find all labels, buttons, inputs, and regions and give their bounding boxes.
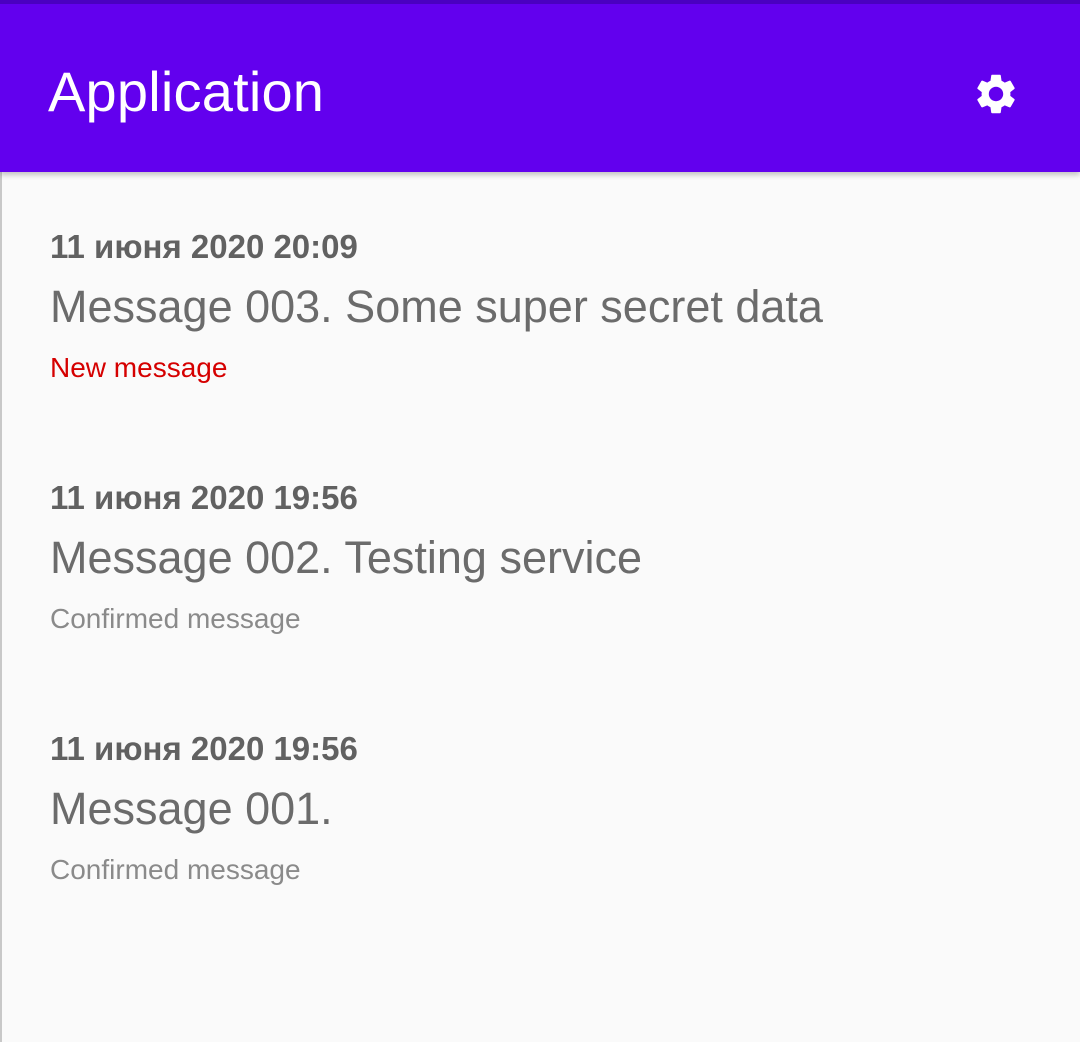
message-text: Message 001. xyxy=(50,783,333,834)
message-list[interactable]: 11 июня 2020 20:09 Message 003. Some sup… xyxy=(0,172,1080,1042)
message-text: Message 003. Some super secret data xyxy=(50,281,823,332)
message-text: Message 002. Testing service xyxy=(50,532,642,583)
list-item[interactable]: 11 июня 2020 19:56 Message 002. Testing … xyxy=(50,478,1050,648)
message-date: 11 июня 2020 19:56 xyxy=(50,479,358,516)
list-item[interactable]: 11 июня 2020 19:56 Message 001. Confirme… xyxy=(50,729,1050,899)
message-date: 11 июня 2020 19:56 xyxy=(50,730,358,767)
message-status: New message xyxy=(50,352,228,383)
settings-button[interactable] xyxy=(962,60,1030,128)
app-bar: Application xyxy=(0,0,1080,172)
gear-icon xyxy=(977,74,1015,114)
message-status: Confirmed message xyxy=(50,603,301,634)
app-title: Application xyxy=(48,60,325,123)
list-item[interactable]: 11 июня 2020 20:09 Message 003. Some sup… xyxy=(50,227,1050,397)
message-status: Confirmed message xyxy=(50,854,301,885)
message-date: 11 июня 2020 20:09 xyxy=(50,228,358,265)
